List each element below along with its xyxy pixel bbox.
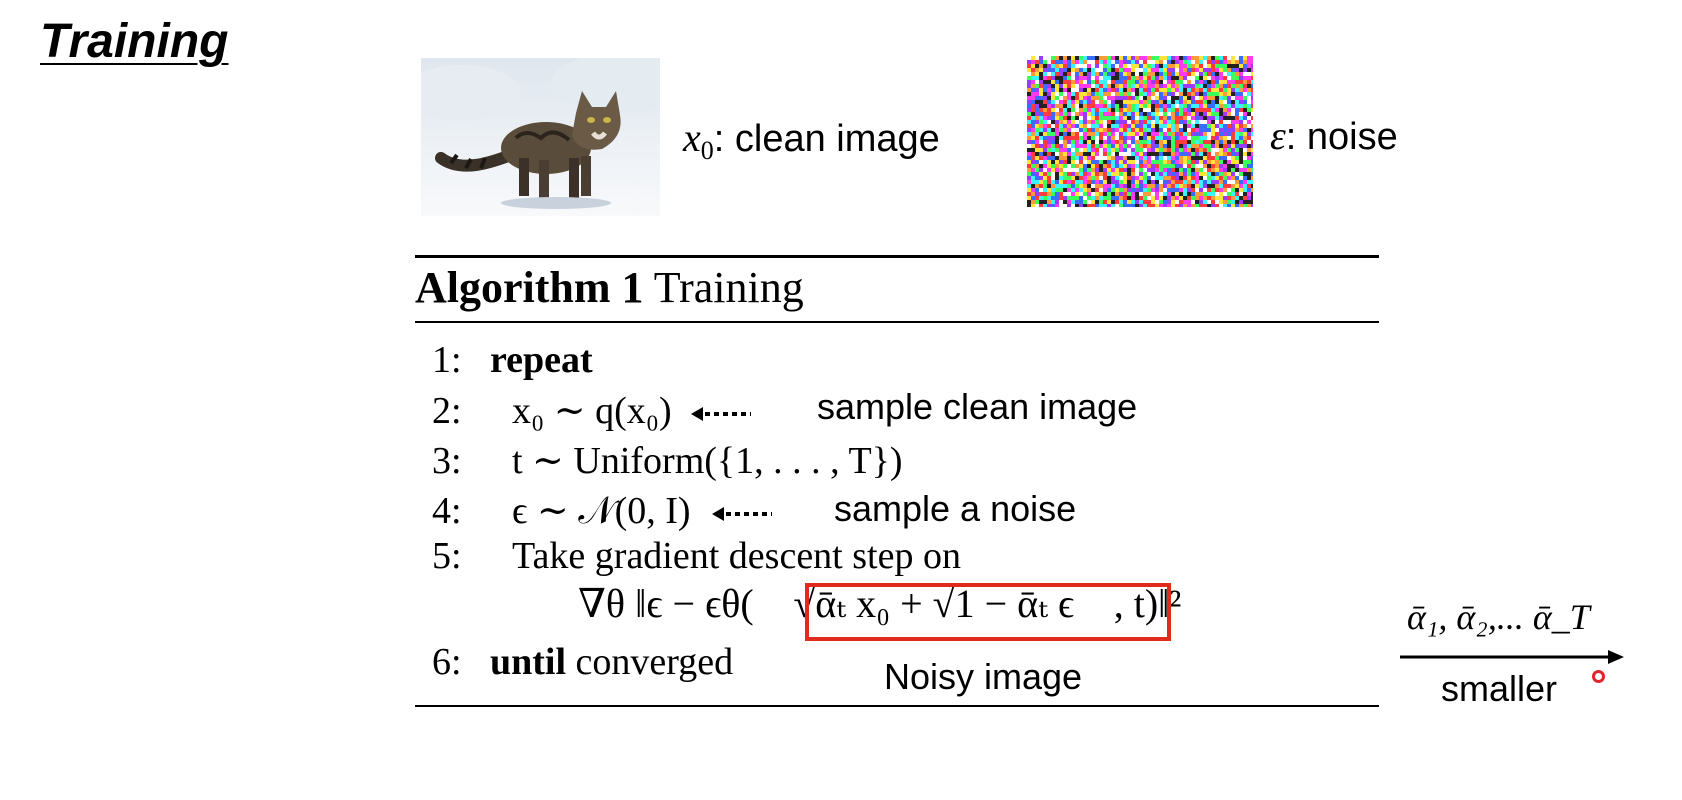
repeat-keyword: repeat: [490, 339, 593, 381]
algorithm-header-rule: [415, 321, 1379, 323]
algorithm-number: Algorithm 1: [415, 263, 644, 312]
algorithm-line-3: 3: t ∼ Uniform({1, . . . , T}): [432, 440, 903, 482]
gradient-step-text: Take gradient descent step on: [512, 535, 961, 577]
cat-photo-image: [421, 58, 660, 216]
algorithm-top-rule: [415, 255, 1379, 258]
algorithm-bottom-rule: [415, 705, 1379, 707]
algorithm-line-1: 1: repeat: [432, 339, 593, 381]
slide-title: Training: [40, 15, 229, 68]
sample-noise-annotation: sample a noise: [834, 488, 1077, 529]
uniform-t-math: t ∼ Uniform({1, . . . , T}): [512, 440, 903, 482]
noisy-image-annotation: Noisy image: [884, 656, 1083, 697]
noise-caption: ε: noise: [1270, 112, 1398, 159]
x0-variable: x: [683, 115, 701, 160]
noisy-image-highlight-box: [805, 583, 1171, 641]
noise-text: : noise: [1285, 116, 1398, 158]
epsilon-variable: ε: [1270, 113, 1286, 158]
algorithm-line-5: 5: Take gradient descent step on: [432, 535, 961, 577]
formula-left: ∇θ ‖ϵ − ϵθ(: [578, 581, 754, 626]
algorithm-line-2: 2: x₀ ∼ q(x₀): [432, 388, 755, 433]
clean-image-text: : clean image: [713, 118, 940, 160]
clean-image-caption: x0: clean image: [683, 114, 940, 166]
algorithm-header: Algorithm 1 Training: [415, 262, 804, 313]
alpha-sequence-label: ᾱ₁, ᾱ₂,... ᾱ_T: [1407, 597, 1590, 637]
sample-clean-annotation: sample clean image: [817, 386, 1138, 427]
dotted-left-arrow-icon: [712, 507, 773, 522]
smaller-label: smaller: [1441, 668, 1558, 709]
converged-text: converged: [575, 641, 734, 683]
x0-subscript: 0: [700, 136, 714, 165]
algorithm-line-4: 4: ϵ ∼ 𝒩(0, I): [432, 488, 776, 533]
dotted-left-arrow-icon: [691, 407, 752, 422]
noise-icon: [1027, 56, 1253, 207]
algorithm-name: Training: [653, 263, 804, 312]
sample-noise-math: ϵ ∼ 𝒩(0, I): [512, 490, 691, 532]
sample-x0-math: x₀ ∼ q(x₀): [512, 390, 672, 432]
laser-pointer-icon: [1592, 670, 1605, 683]
noise-image: [1027, 56, 1253, 207]
until-keyword: until: [490, 641, 567, 683]
algorithm-line-6: 6: until converged: [432, 641, 734, 683]
cat-photo-icon: [421, 58, 660, 216]
